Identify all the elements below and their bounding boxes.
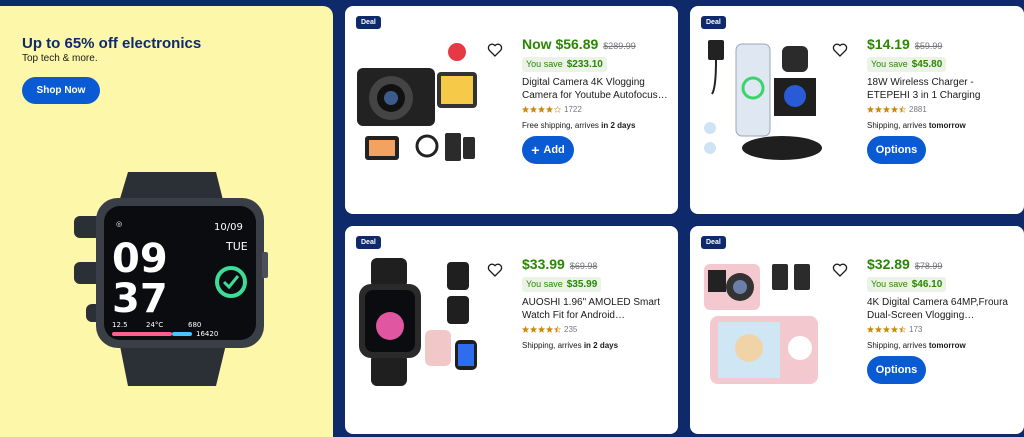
wireless-charger-image (704, 40, 822, 160)
star-icon (546, 326, 553, 333)
original-price: $78.99 (914, 261, 943, 271)
add-to-cart-button[interactable]: + Add (522, 136, 574, 164)
rating: 2881 (867, 105, 1017, 114)
star-icon (522, 106, 529, 113)
hero-banner[interactable]: Up to 65% off electronics Top tech & mor… (0, 6, 333, 437)
star-icon (538, 326, 545, 333)
star-icon (883, 326, 890, 333)
smartwatch-image: ◎ 10/09 TUE 09 37 12.5 24°C 680 16420 (74, 172, 268, 386)
plus-icon: + (531, 142, 540, 158)
savings-amount: $45.80 (911, 59, 943, 70)
star-rating (867, 326, 906, 333)
heart-icon[interactable] (832, 262, 848, 278)
product-title[interactable]: Digital Camera 4K Vlogging Camera for Yo… (522, 76, 672, 102)
star-icon (554, 106, 561, 113)
deal-badge: Deal (356, 236, 381, 249)
4k-camera-image (704, 264, 818, 384)
star-icon (546, 106, 553, 113)
review-count: 2881 (909, 105, 927, 114)
product-card-smart-watch[interactable]: Deal $33.99 $69.98 You save $35.99 AUOSH… (345, 226, 678, 434)
heart-icon[interactable] (487, 42, 503, 58)
savings-amount: $46.10 (911, 279, 943, 290)
hero-title: Up to 65% off electronics (22, 35, 202, 52)
rating: 173 (867, 325, 1017, 334)
smart-watch-image (359, 258, 477, 386)
star-icon (899, 326, 906, 333)
product-title[interactable]: 4K Digital Camera 64MP,Froura Dual-Scree… (867, 296, 1017, 322)
svg-text:680: 680 (188, 321, 201, 329)
heart-icon[interactable] (487, 262, 503, 278)
deal-badge: Deal (701, 16, 726, 29)
star-rating (522, 106, 561, 113)
review-count: 173 (909, 325, 923, 334)
rating: 1722 (522, 105, 672, 114)
star-icon (522, 326, 529, 333)
current-price: Now $56.89 (522, 36, 599, 52)
product-title[interactable]: AUOSHI 1.96" AMOLED Smart Watch Fit for … (522, 296, 672, 322)
deal-badge: Deal (701, 236, 726, 249)
star-icon (538, 106, 545, 113)
svg-text:◎: ◎ (116, 220, 122, 228)
shop-now-button[interactable]: Shop Now (22, 77, 100, 104)
product-card-4k-digital-camera[interactable]: Deal $32.89 $78.99 You save $46.10 4K Di… (690, 226, 1024, 434)
shipping-info: Shipping, arrives tomorrow (867, 341, 966, 350)
rating: 235 (522, 325, 672, 334)
savings-amount: $35.99 (566, 279, 598, 290)
svg-text:10/09: 10/09 (214, 222, 243, 233)
original-price: $289.99 (603, 41, 636, 51)
svg-text:37: 37 (112, 276, 168, 322)
review-count: 235 (564, 325, 578, 334)
savings-label: You save (526, 279, 563, 289)
options-button[interactable]: Options (867, 136, 926, 164)
star-rating (522, 326, 561, 333)
shipping-info: Shipping, arrives tomorrow (867, 121, 966, 130)
product-card-wireless-charger[interactable]: Deal $14.19 $59.99 You save $45.80 18W W… (690, 6, 1024, 214)
original-price: $59.99 (914, 41, 943, 51)
heart-icon[interactable] (832, 42, 848, 58)
savings-amount: $233.10 (566, 59, 603, 70)
star-icon (867, 326, 874, 333)
svg-text:12.5: 12.5 (112, 321, 128, 329)
svg-text:16420: 16420 (196, 330, 218, 338)
savings-badge: You save $35.99 (522, 277, 602, 292)
shipping-info: Shipping, arrives in 2 days (522, 341, 619, 350)
svg-text:TUE: TUE (225, 240, 248, 253)
star-icon (875, 326, 882, 333)
current-price: $14.19 (867, 36, 910, 52)
current-price: $32.89 (867, 256, 910, 272)
star-icon (883, 106, 890, 113)
current-price: $33.99 (522, 256, 565, 272)
deal-badge: Deal (356, 16, 381, 29)
star-icon (899, 106, 906, 113)
product-title[interactable]: 18W Wireless Charger - ETEPEHI 3 in 1 Ch… (867, 76, 1017, 102)
savings-label: You save (871, 59, 908, 69)
star-icon (530, 326, 537, 333)
hero-subtitle: Top tech & more. (22, 53, 98, 64)
savings-badge: You save $46.10 (867, 277, 947, 292)
review-count: 1722 (564, 105, 582, 114)
star-icon (891, 326, 898, 333)
svg-text:24°C: 24°C (146, 321, 163, 329)
savings-label: You save (526, 59, 563, 69)
savings-badge: You save $233.10 (522, 57, 607, 72)
options-button[interactable]: Options (867, 356, 926, 384)
digital-camera-image (357, 43, 477, 161)
original-price: $69.98 (569, 261, 598, 271)
star-icon (530, 106, 537, 113)
star-icon (867, 106, 874, 113)
product-card-digital-camera[interactable]: Deal Now $56.89 $289.99 You save $233.10… (345, 6, 678, 214)
star-icon (891, 106, 898, 113)
add-button-label: Add (543, 144, 565, 156)
star-icon (554, 326, 561, 333)
star-icon (875, 106, 882, 113)
star-rating (867, 106, 906, 113)
savings-label: You save (871, 279, 908, 289)
savings-badge: You save $45.80 (867, 57, 947, 72)
shipping-info: Free shipping, arrives in 2 days (522, 121, 636, 130)
